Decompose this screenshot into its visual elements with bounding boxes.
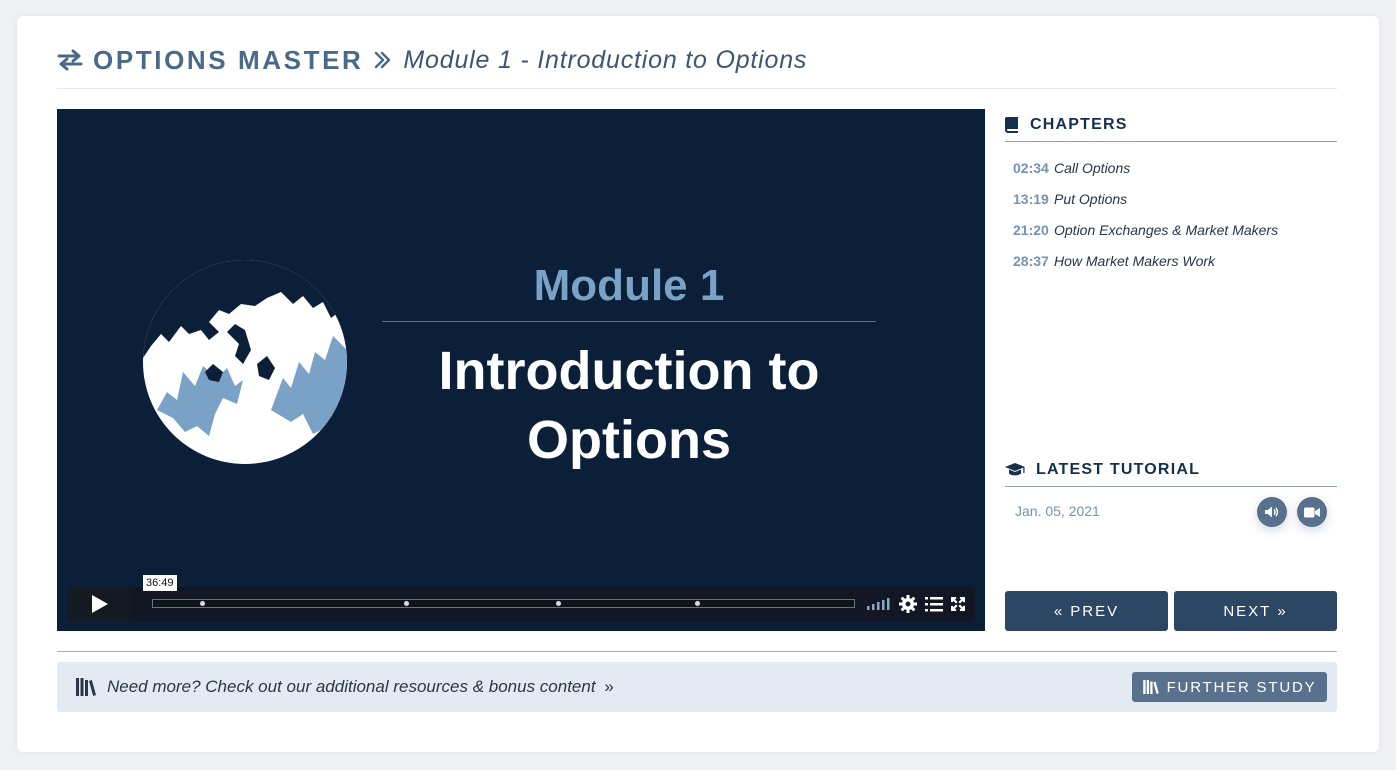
prev-button[interactable]: « PREV [1005, 591, 1168, 631]
fullscreen-icon[interactable] [951, 597, 965, 611]
divider [57, 651, 1337, 652]
slide-title: Introduction to Options [382, 337, 876, 475]
gear-icon[interactable] [899, 595, 917, 613]
slide-title-line1: Introduction to [438, 341, 820, 401]
chapter-name: Option Exchanges & Market Makers [1054, 221, 1279, 238]
play-button[interactable] [67, 587, 131, 621]
resources-text-label: Need more? Check out our additional reso… [107, 677, 596, 696]
duration-badge: 36:49 [143, 575, 177, 591]
chapter-marker[interactable] [694, 600, 702, 607]
chapters-header: CHAPTERS [1005, 109, 1337, 142]
further-study-button[interactable]: FURTHER STUDY [1132, 672, 1327, 702]
player-controls: 36:49 [67, 575, 975, 621]
graduation-cap-icon [1005, 463, 1025, 476]
chapter-time: 02:34 [1013, 159, 1049, 176]
latest-tutorial-heading: LATEST TUTORIAL [1036, 461, 1201, 478]
video-button[interactable] [1297, 497, 1327, 527]
swap-arrows-icon [57, 49, 83, 71]
chapter-item[interactable]: 13:19 Put Options [1013, 183, 1333, 214]
chapter-time: 13:19 [1013, 190, 1049, 207]
slide-divider [382, 321, 876, 322]
globe-logo [143, 260, 347, 464]
chapter-time: 21:20 [1013, 221, 1049, 238]
tutorial-date[interactable]: Jan. 05, 2021 [1015, 503, 1100, 519]
prev-label: PREV [1070, 602, 1120, 620]
resources-bar: Need more? Check out our additional reso… [57, 662, 1337, 712]
list-icon[interactable] [925, 596, 943, 612]
double-chevron-right-icon: » [1277, 602, 1288, 620]
video-player[interactable]: Module 1 Introduction to Options 36:49 [57, 109, 985, 631]
play-icon [92, 595, 108, 613]
chapter-list: 02:34 Call Options 13:19 Put Options 21:… [1013, 152, 1333, 276]
double-chevron-right-icon [375, 51, 391, 69]
chapter-marker[interactable] [198, 600, 206, 607]
progress-bar[interactable] [152, 599, 855, 608]
chapter-marker[interactable] [555, 600, 563, 607]
chapters-heading: CHAPTERS [1030, 116, 1128, 133]
chapter-name: Put Options [1054, 190, 1128, 207]
volume-bars-icon[interactable] [866, 595, 890, 611]
chapter-name: Call Options [1054, 159, 1131, 176]
next-label: NEXT [1223, 602, 1272, 620]
video-camera-icon [1304, 507, 1320, 517]
chapter-item[interactable]: 02:34 Call Options [1013, 152, 1333, 183]
further-study-label: FURTHER STUDY [1166, 678, 1317, 696]
slide-module-label: Module 1 [533, 261, 725, 310]
chapter-name: How Market Makers Work [1054, 252, 1216, 269]
library-books-icon [76, 678, 96, 696]
brand-title[interactable]: OPTIONS MASTER [93, 45, 363, 76]
chapter-item[interactable]: 28:37 How Market Makers Work [1013, 245, 1333, 276]
library-books-icon [1142, 680, 1159, 694]
slide-title-line2: Options [527, 410, 731, 470]
chapter-time: 28:37 [1013, 252, 1049, 269]
page-header: OPTIONS MASTER Module 1 - Introduction t… [57, 36, 1337, 89]
double-chevron-right-icon: » [604, 677, 614, 696]
latest-tutorial-header: LATEST TUTORIAL [1005, 454, 1337, 487]
audio-button[interactable] [1257, 497, 1287, 527]
chapter-marker[interactable] [403, 600, 411, 607]
resources-text[interactable]: Need more? Check out our additional reso… [107, 677, 614, 697]
next-button[interactable]: NEXT » [1174, 591, 1337, 631]
volume-icon [1265, 506, 1279, 518]
double-chevron-left-icon: « [1053, 602, 1065, 620]
book-icon [1005, 117, 1018, 133]
module-title: Module 1 - Introduction to Options [403, 45, 808, 74]
chapter-item[interactable]: 21:20 Option Exchanges & Market Makers [1013, 214, 1333, 245]
